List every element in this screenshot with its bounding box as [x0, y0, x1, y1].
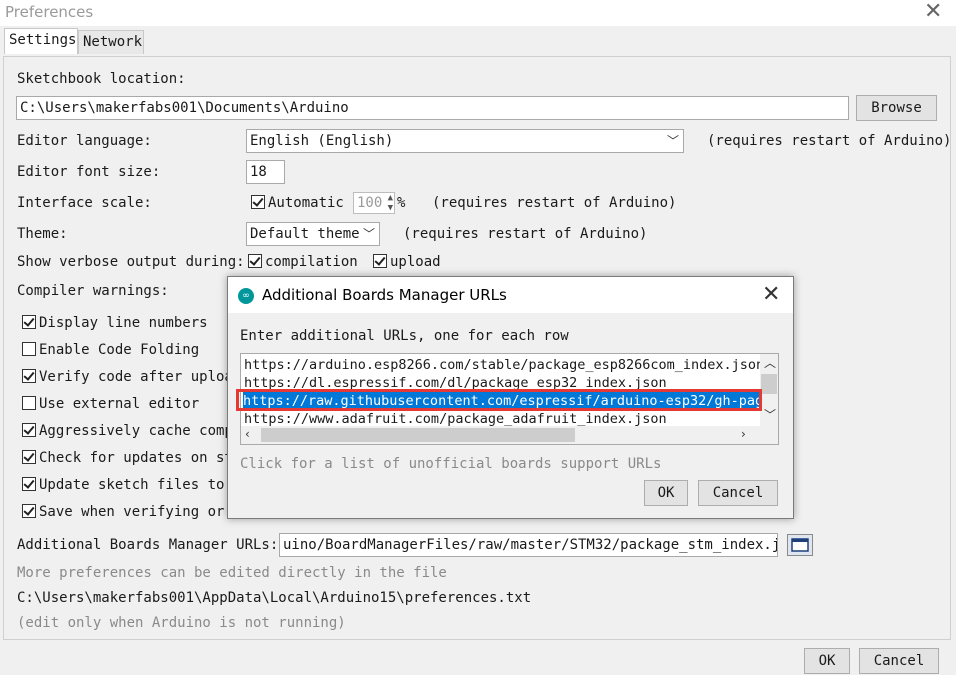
chevron-down-icon: ﹀ [362, 227, 375, 241]
option-label: Display line numbers [39, 315, 208, 331]
scale-value: 100 [357, 195, 383, 211]
sketchbook-path-field[interactable]: C:\Users\makerfabs001\Documents\Arduino [16, 96, 849, 120]
compiler-warnings-label: Compiler warnings: [17, 283, 169, 299]
chevron-down-icon: ﹀ [666, 134, 679, 148]
option-checkbox[interactable] [22, 477, 36, 491]
chevron-down-icon[interactable]: ﹀ [764, 406, 776, 423]
automatic-checkbox-row[interactable]: Automatic [251, 195, 344, 211]
upload-label: upload [390, 254, 441, 270]
theme-value: Default theme [250, 226, 360, 242]
automatic-checkbox[interactable] [251, 195, 265, 209]
editor-language-select[interactable]: English (English) ﹀ [246, 129, 684, 153]
option-label: Aggressively cache comp [39, 423, 233, 439]
window-icon [791, 538, 809, 552]
scrollbar-thumb[interactable] [761, 374, 777, 394]
option-checkbox[interactable] [22, 342, 36, 356]
font-size-field[interactable]: 18 [246, 160, 285, 184]
arduino-logo-icon: ∞ [238, 288, 254, 304]
tab-bar: Settings Network [0, 26, 956, 56]
option-checkbox[interactable] [22, 423, 36, 437]
checkbox-row[interactable]: Aggressively cache comp [22, 423, 233, 439]
scrollbar-thumb[interactable] [261, 428, 575, 442]
scale-spinner[interactable]: 100 ▲ ▼ [353, 192, 395, 214]
urls-textarea[interactable]: https://arduino.esp8266.com/stable/packa… [240, 353, 779, 445]
dialog-cancel-button[interactable]: Cancel [698, 480, 778, 506]
cancel-button[interactable]: Cancel [859, 648, 939, 674]
upload-checkbox[interactable] [373, 254, 387, 268]
option-label: Use external editor [39, 396, 200, 412]
compilation-checkbox-row[interactable]: compilation [248, 254, 358, 270]
browse-button[interactable]: Browse [856, 95, 937, 121]
verbose-label: Show verbose output during: [17, 254, 245, 270]
checkbox-row[interactable]: Check for updates on st [22, 450, 233, 466]
automatic-label: Automatic [268, 195, 344, 211]
option-label: Verify code after uploa [39, 369, 233, 385]
scale-note: (requires restart of Arduino) [432, 195, 677, 211]
boards-urls-label: Additional Boards Manager URLs: [17, 537, 279, 553]
url-line[interactable]: https://raw.githubusercontent.com/espres… [243, 392, 764, 410]
option-label: Update sketch files to r [39, 477, 242, 493]
upload-checkbox-row[interactable]: upload [373, 254, 441, 270]
edit-note: (edit only when Arduino is not running) [17, 615, 346, 631]
tab-settings[interactable]: Settings [4, 28, 78, 54]
more-prefs-note: More preferences can be edited directly … [17, 565, 447, 581]
checkbox-row[interactable]: Use external editor [22, 396, 199, 412]
option-checkbox[interactable] [22, 504, 36, 518]
checkbox-row[interactable]: Enable Code Folding [22, 342, 199, 358]
option-checkbox[interactable] [22, 369, 36, 383]
editor-language-value: English (English) [250, 133, 394, 149]
close-icon[interactable]: ✕ [924, 1, 942, 23]
checkbox-row[interactable]: Display line numbers [22, 315, 208, 331]
editor-language-note: (requires restart of Arduino) [707, 133, 952, 149]
url-line[interactable]: https://dl.espressif.com/dl/package_esp3… [244, 374, 667, 392]
option-label: Enable Code Folding [39, 342, 200, 358]
unofficial-boards-link[interactable]: Click for a list of unofficial boards su… [240, 456, 661, 472]
title-bar [0, 0, 956, 26]
ok-button[interactable]: OK [804, 648, 850, 674]
compilation-label: compilation [265, 254, 358, 270]
vertical-scrollbar[interactable]: ︿ ﹀ [760, 354, 778, 426]
boards-urls-dialog: ∞ Additional Boards Manager URLs ✕ Enter… [227, 276, 794, 519]
chevron-left-icon[interactable]: ‹ [245, 427, 250, 441]
option-label: Save when verifying or u [39, 504, 242, 520]
option-checkbox[interactable] [22, 396, 36, 410]
edit-urls-window-icon[interactable] [787, 534, 813, 556]
tab-network[interactable]: Network [78, 30, 144, 54]
editor-language-label: Editor language: [17, 133, 152, 149]
checkbox-row[interactable]: Verify code after uploa [22, 369, 233, 385]
sketchbook-label: Sketchbook location: [17, 71, 186, 87]
theme-select[interactable]: Default theme ﹀ [246, 222, 380, 246]
dialog-ok-button[interactable]: OK [644, 480, 688, 506]
scale-unit: % [397, 195, 406, 211]
option-checkbox[interactable] [22, 450, 36, 464]
checkbox-row[interactable]: Save when verifying or u [22, 504, 241, 520]
theme-label: Theme: [17, 226, 68, 242]
checkbox-row[interactable]: Update sketch files to r [22, 477, 241, 493]
spinner-arrows-icon[interactable]: ▲ ▼ [388, 193, 393, 213]
url-line[interactable]: https://arduino.esp8266.com/stable/packa… [244, 356, 764, 374]
option-checkbox[interactable] [22, 315, 36, 329]
font-size-label: Editor font size: [17, 164, 161, 180]
theme-note: (requires restart of Arduino) [403, 226, 648, 242]
compilation-checkbox[interactable] [248, 254, 262, 268]
window-title: Preferences [5, 3, 94, 21]
chevron-right-icon[interactable]: › [741, 427, 746, 441]
dialog-title: Additional Boards Manager URLs [262, 286, 507, 304]
option-label: Check for updates on st [39, 450, 233, 466]
horizontal-scrollbar[interactable]: ‹ › [241, 426, 778, 444]
boards-urls-field[interactable]: uino/BoardManagerFiles/raw/master/STM32/… [279, 533, 778, 557]
dialog-instructions: Enter additional URLs, one for each row [240, 328, 569, 344]
prefs-file-path: C:\Users\makerfabs001\AppData\Local\Ardu… [17, 590, 532, 606]
chevron-up-icon[interactable]: ︿ [764, 354, 776, 371]
interface-scale-label: Interface scale: [17, 195, 152, 211]
close-icon[interactable]: ✕ [762, 282, 780, 307]
